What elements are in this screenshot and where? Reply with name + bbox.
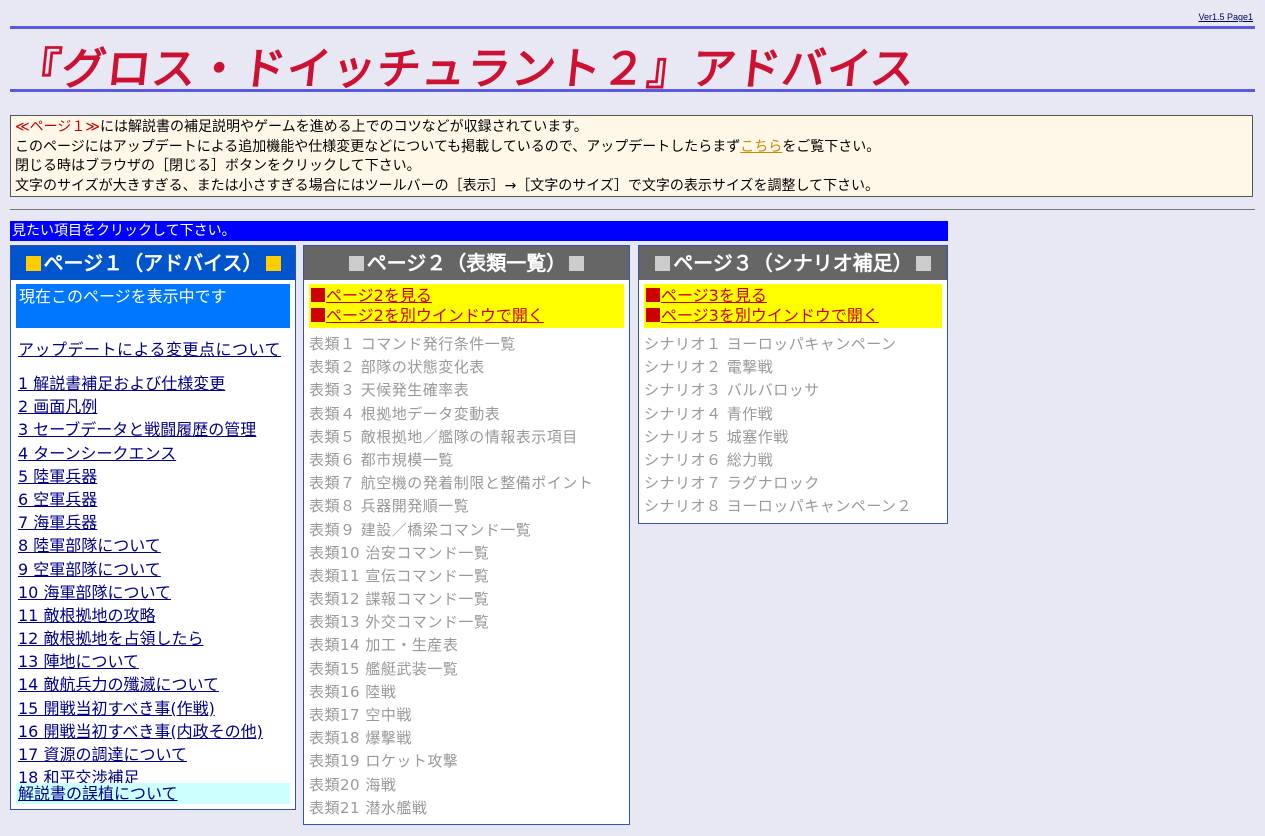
page1-item[interactable]: 16 開戦当初すべき事(内政その他): [18, 720, 295, 743]
square-icon: [915, 256, 931, 271]
square-icon: [25, 256, 41, 271]
intro-box: ≪ページ１≫には解説書の補足説明やゲームを進める上でのコツなどが収録されています…: [10, 115, 1253, 197]
page3-item: シナリオ１ ヨーロッパキャンペーン: [644, 335, 897, 353]
page2-item: 表類３ 天候発生確率表: [309, 381, 470, 400]
intro-line-4: 文字のサイズが大きすぎる、または小さすぎる場合にはツールバーの［表示］→［文字の…: [15, 177, 880, 194]
page2-links-box: ページ2を見る ページ2を別ウインドウで開く: [309, 284, 624, 328]
page1-item[interactable]: 1 解説書補足および仕様変更: [18, 372, 295, 395]
page1-panel: ページ１（アドバイス） 現在このページを表示中です アップデートによる変更点につ…: [10, 245, 296, 810]
page2-item: 表類18 爆撃戦: [309, 729, 412, 748]
errata-row: 解説書の誤植について: [16, 783, 290, 804]
page2-item: 表類12 諜報コマンド一覧: [309, 590, 490, 609]
page1-item[interactable]: 3 セーブデータと戦闘履歴の管理: [18, 418, 295, 441]
page2-item: 表類16 陸戦: [309, 682, 397, 701]
page2-item: 表類９ 建設／橋梁コマンド一覧: [309, 520, 532, 539]
view-page2-label: ページ2を見る: [326, 286, 432, 305]
page2-item: 表類10 治安コマンド一覧: [309, 543, 490, 562]
instruction-bar: 見たい項目をクリックして下さい。: [10, 221, 948, 241]
open-page2-window-link[interactable]: ページ2を別ウインドウで開く: [311, 306, 622, 326]
open-page3-window-link[interactable]: ページ3を別ウインドウで開く: [646, 306, 940, 326]
page1-label: ≪ページ１≫: [15, 119, 101, 135]
page2-item: 表類13 外交コマンド一覧: [309, 613, 490, 632]
page3-item: シナリオ３ バルバロッサ: [644, 381, 820, 400]
page1-item[interactable]: 7 海軍兵器: [18, 511, 295, 534]
page1-item[interactable]: 11 敵根拠地の攻略: [18, 604, 295, 627]
page2-header: ページ２（表類一覧）: [304, 246, 629, 280]
intro-line-2: このページにはアップデートによる追加機能や仕様変更などについても掲載しているので…: [15, 138, 1248, 158]
page2-item: 表類６ 都市規模一覧: [309, 450, 454, 469]
page2-header-label: ページ２（表類一覧）: [366, 251, 567, 275]
page3-item: シナリオ８ ヨーロッパキャンペーン２: [644, 497, 913, 516]
page3-item: シナリオ２ 電撃戦: [644, 358, 774, 377]
open-page2-window-label: ページ2を別ウインドウで開く: [326, 306, 544, 325]
page2-item: 表類８ 兵器開発順一覧: [309, 497, 470, 516]
page1-item[interactable]: 17 資源の調達について: [18, 743, 295, 766]
page1-item[interactable]: 6 空軍兵器: [18, 488, 295, 511]
page2-item: 表類11 宣伝コマンド一覧: [309, 566, 490, 585]
page3-item: シナリオ６ 総力戦: [644, 450, 774, 469]
title-bottom-rule: [10, 89, 1255, 92]
page1-item[interactable]: 4 ターンシークエンス: [18, 442, 295, 465]
page1-header: ページ１（アドバイス）: [11, 246, 295, 280]
page2-item: 表類19 ロケット攻撃: [309, 752, 459, 771]
page2-item: 表類20 海戦: [309, 775, 397, 794]
intro-line-3: 閉じる時はブラウザの［閉じる］ボタンをクリックして下さい。: [15, 158, 421, 174]
page3-item: シナリオ５ 城塞作戦: [644, 427, 789, 446]
page1-list: 1 解説書補足および仕様変更 2 画面凡例 3 セーブデータと戦闘履歴の管理 4…: [18, 372, 295, 789]
page1-item[interactable]: 5 陸軍兵器: [18, 465, 295, 488]
page2-item: 表類15 艦艇武装一覧: [309, 659, 459, 678]
open-page3-window-label: ページ3を別ウインドウで開く: [661, 306, 879, 325]
page2-list: 表類１ コマンド発行条件一覧 表類２ 部隊の状態変化表 表類３ 天候発生確率表 …: [309, 333, 629, 820]
title-top-rule: [10, 26, 1255, 29]
intro-line-2-text: このページにはアップデートによる追加機能や仕様変更などについても掲載しているので…: [15, 138, 741, 155]
page3-header: ページ３（シナリオ補足）: [639, 246, 947, 280]
page3-header-label: ページ３（シナリオ補足）: [673, 251, 913, 275]
page3-item: シナリオ４ 青作戦: [644, 404, 774, 423]
page2-item: 表類21 潜水艦戦: [309, 798, 428, 817]
update-changes-link[interactable]: アップデートによる変更点について: [18, 336, 295, 360]
red-square-icon: [311, 288, 325, 302]
square-icon: [348, 256, 364, 271]
page1-item[interactable]: 9 空軍部隊について: [18, 558, 295, 581]
page1-header-label: ページ１（アドバイス）: [43, 251, 263, 275]
divider: [10, 209, 1255, 210]
version-link[interactable]: Ver1.5 Page1: [1198, 12, 1253, 22]
page2-item: 表類17 空中戦: [309, 706, 412, 724]
view-page2-link[interactable]: ページ2を見る: [311, 286, 622, 306]
page2-item: 表類７ 航空機の発着制限と整備ポイント: [309, 474, 594, 493]
page2-item: 表類２ 部隊の状態変化表: [309, 358, 485, 377]
page1-item[interactable]: 10 海軍部隊について: [18, 581, 295, 604]
intro-line-1-text: には解説書の補足説明やゲームを進める上でのコツなどが収録されています。: [100, 119, 588, 135]
page3-links-box: ページ3を見る ページ3を別ウインドウで開く: [644, 284, 942, 328]
red-square-icon: [646, 288, 660, 302]
page2-item: 表類５ 敵根拠地／艦隊の情報表示項目: [309, 427, 578, 446]
page2-item: 表類14 加工・生産表: [309, 636, 459, 655]
page1-item[interactable]: 13 陣地について: [18, 650, 295, 673]
errata-link[interactable]: 解説書の誤植について: [18, 784, 178, 803]
page1-item[interactable]: 15 開戦当初すべき事(作戦): [18, 697, 295, 720]
page2-panel: ページ２（表類一覧） ページ2を見る ページ2を別ウインドウで開く 表類１ コマ…: [303, 245, 630, 825]
red-square-icon: [646, 308, 660, 322]
page2-item: 表類１ コマンド発行条件一覧: [309, 335, 516, 353]
square-icon: [569, 256, 585, 271]
square-icon: [265, 256, 281, 271]
page3-list: シナリオ１ ヨーロッパキャンペーン シナリオ２ 電撃戦 シナリオ３ バルバロッサ…: [644, 333, 947, 519]
square-icon: [655, 256, 671, 271]
page-title: 『グロス・ドイッチュラント２』アドバイス: [14, 44, 919, 95]
red-square-icon: [311, 308, 325, 322]
current-page-notice: 現在このページを表示中です: [16, 284, 290, 328]
page1-item[interactable]: 14 敵航兵力の殲滅について: [18, 673, 295, 696]
page1-item[interactable]: 8 陸軍部隊について: [18, 534, 295, 557]
page1-item[interactable]: 12 敵根拠地を占領したら: [18, 627, 295, 650]
page3-item: シナリオ７ ラグナロック: [644, 474, 820, 493]
intro-line-2-suffix: をご覧下さい。: [782, 138, 881, 155]
intro-line-1: ≪ページ１≫には解説書の補足説明やゲームを進める上でのコツなどが収録されています…: [15, 118, 1248, 138]
page1-item[interactable]: 2 画面凡例: [18, 395, 295, 418]
updates-here-link[interactable]: こちら: [740, 139, 782, 155]
view-page3-label: ページ3を見る: [661, 286, 767, 305]
page3-panel: ページ３（シナリオ補足） ページ3を見る ページ3を別ウインドウで開く シナリオ…: [638, 245, 948, 524]
view-page3-link[interactable]: ページ3を見る: [646, 286, 940, 306]
page2-item: 表類４ 根拠地データ変動表: [309, 404, 501, 423]
